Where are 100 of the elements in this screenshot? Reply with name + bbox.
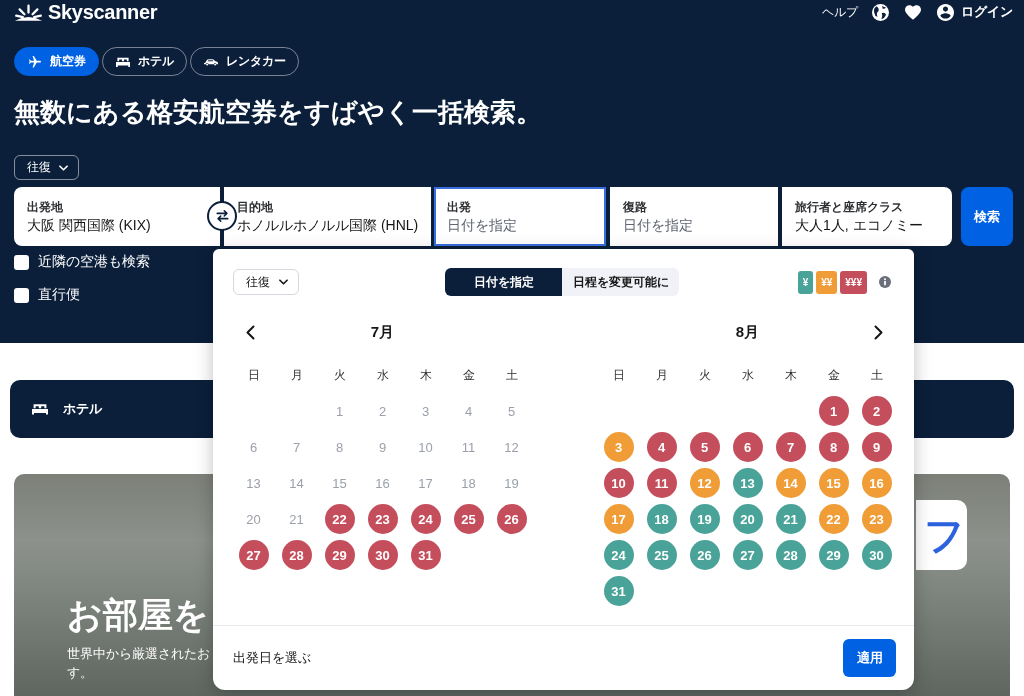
calendar-day[interactable]: 26: [496, 504, 527, 534]
calendar-day: 13: [246, 475, 261, 491]
weekday-label: 火: [698, 367, 711, 382]
chevron-down-icon: [59, 164, 68, 171]
calendar-day[interactable]: 27: [238, 540, 269, 570]
calendar-day[interactable]: 20: [732, 504, 763, 534]
search-field[interactable]: 出発 日付を指定: [434, 187, 606, 246]
apply-button[interactable]: 適用: [843, 639, 896, 677]
search-field[interactable]: 出発地 大阪 関西国際 (KIX): [14, 187, 220, 246]
date-mode-tab[interactable]: 日程を変更可能に: [562, 268, 679, 296]
calendar-day[interactable]: 30: [367, 540, 398, 570]
calendar-day[interactable]: 13: [732, 468, 763, 498]
weekday-label: 月: [290, 367, 303, 382]
account-icon: [937, 3, 954, 21]
price-legend-chip: ¥¥: [816, 270, 838, 294]
chevron-left-icon[interactable]: [246, 324, 255, 340]
calendar-day: 20: [246, 511, 261, 527]
footer-hint: 出発日を選ぶ: [233, 649, 311, 667]
field-input[interactable]: 日付を指定: [447, 216, 593, 234]
calendar-day[interactable]: 28: [775, 540, 806, 570]
calendar-day[interactable]: 25: [646, 540, 677, 570]
field-label: 復路: [623, 199, 647, 215]
checkbox-label[interactable]: 近隣の空港も検索: [38, 253, 150, 271]
weekday-label: 日: [612, 367, 625, 382]
weekday-label: 水: [741, 367, 754, 382]
calendar-day[interactable]: 4: [646, 432, 677, 462]
trip-type-dropdown[interactable]: 往復: [14, 155, 79, 180]
checkbox[interactable]: [14, 287, 29, 303]
field-label: 出発: [447, 199, 471, 215]
plane-icon: [28, 55, 42, 68]
field-input[interactable]: 日付を指定: [623, 216, 765, 234]
weekday-label: 金: [827, 367, 840, 382]
chevron-down-icon: [279, 279, 288, 285]
calendar-day[interactable]: 28: [281, 540, 312, 570]
search-button[interactable]: 検索: [961, 187, 1013, 246]
heart-icon[interactable]: [905, 4, 921, 20]
calendar-day: 15: [332, 475, 347, 491]
calendar-day: 6: [249, 439, 258, 455]
search-field[interactable]: 復路 日付を指定: [610, 187, 778, 246]
calendar-day[interactable]: 30: [861, 540, 892, 570]
weekday-label: 土: [870, 367, 883, 382]
calendar-day[interactable]: 21: [775, 504, 806, 534]
calendar-day[interactable]: 8: [818, 432, 849, 462]
calendar-day: 18: [461, 475, 476, 491]
calendar-day: 19: [504, 475, 519, 491]
calendar-day[interactable]: 11: [646, 468, 677, 498]
weekday-label: 水: [376, 367, 389, 382]
calendar-day[interactable]: 19: [689, 504, 720, 534]
globe-icon[interactable]: [872, 3, 889, 21]
calendar-day: 8: [335, 439, 344, 455]
calendar-day: 1: [335, 403, 344, 419]
calendar-day[interactable]: 10: [603, 468, 634, 498]
checkbox-label[interactable]: 直行便: [38, 286, 80, 304]
calendar-day[interactable]: 22: [324, 504, 355, 534]
promo-badge: フ: [916, 500, 967, 570]
field-input[interactable]: 大阪 関西国際 (KIX): [27, 216, 207, 234]
calendar-day[interactable]: 31: [410, 540, 441, 570]
month-title: 7月: [370, 322, 395, 342]
weekday-label: 日: [247, 367, 260, 382]
date-mode-tab[interactable]: 日付を指定: [445, 268, 562, 296]
info-icon[interactable]: [879, 276, 891, 288]
calendar-day[interactable]: 26: [689, 540, 720, 570]
bed-icon: [32, 403, 48, 415]
search-field[interactable]: 目的地 ホノルルホノルル国際 (HNL): [224, 187, 431, 246]
trip-type-dropdown[interactable]: 往復: [233, 269, 299, 295]
checkbox[interactable]: [14, 254, 29, 270]
page-headline: 無数にある格安航空券をすばやく一括検索。: [14, 97, 542, 128]
hotel-label: ホテル: [63, 400, 102, 418]
category-tab[interactable]: 航空券: [14, 47, 99, 76]
sunburst-icon[interactable]: [14, 3, 43, 21]
calendar-day[interactable]: 27: [732, 540, 763, 570]
calendar-day[interactable]: 25: [453, 504, 484, 534]
weekday-label: 土: [505, 367, 518, 382]
calendar-day[interactable]: 24: [410, 504, 441, 534]
calendar-day[interactable]: 5: [689, 432, 720, 462]
calendar-day[interactable]: 29: [324, 540, 355, 570]
calendar-day[interactable]: 24: [603, 540, 634, 570]
calendar-day: 7: [292, 439, 301, 455]
field-input[interactable]: ホノルルホノルル国際 (HNL): [237, 216, 418, 234]
calendar-day[interactable]: 2: [861, 396, 892, 426]
weekday-label: 月: [655, 367, 668, 382]
calendar-day[interactable]: 6: [732, 432, 763, 462]
weekday-label: 金: [462, 367, 475, 382]
swap-arrows-icon: [215, 209, 229, 223]
help-link[interactable]: ヘルプ: [822, 3, 858, 21]
calendar-day[interactable]: 7: [775, 432, 806, 462]
calendar-day[interactable]: 1: [818, 396, 849, 426]
logo-text[interactable]: Skyscanner: [48, 0, 158, 24]
hero-title: お部屋を: [67, 594, 209, 636]
login-link[interactable]: ログイン: [937, 3, 1013, 21]
calendar-day[interactable]: 31: [603, 576, 634, 606]
calendar-day: 11: [461, 439, 476, 455]
field-input[interactable]: 大人1人, エコノミー: [795, 216, 939, 234]
weekday-label: 木: [419, 367, 432, 382]
chevron-right-icon[interactable]: [874, 324, 883, 340]
calendar-day[interactable]: 23: [367, 504, 398, 534]
search-field[interactable]: 旅行者と座席クラス 大人1人, エコノミー: [782, 187, 952, 246]
calendar-day[interactable]: 9: [861, 432, 892, 462]
calendar-day[interactable]: 29: [818, 540, 849, 570]
calendar-day[interactable]: 18: [646, 504, 677, 534]
